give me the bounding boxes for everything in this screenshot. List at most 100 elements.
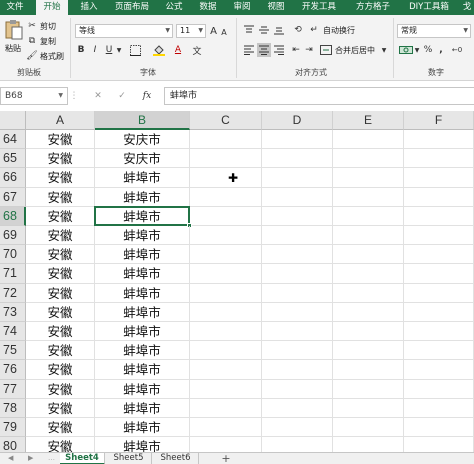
row-header[interactable]: 72 bbox=[0, 283, 26, 303]
row-header[interactable]: 79 bbox=[0, 418, 26, 438]
row-header[interactable]: 78 bbox=[0, 398, 26, 418]
copy-icon[interactable]: ⧉ bbox=[26, 35, 38, 47]
cut-icon[interactable]: ✂ bbox=[26, 20, 38, 32]
sheet-tab[interactable]: Sheet6 bbox=[153, 453, 199, 464]
cell-province[interactable]: 安徽 bbox=[26, 168, 95, 188]
cell-province[interactable]: 安徽 bbox=[26, 418, 95, 438]
font-color-button[interactable]: A bbox=[172, 43, 184, 57]
cell-province[interactable]: 安徽 bbox=[26, 187, 95, 207]
merge-center-button[interactable]: 合并后居中 bbox=[335, 45, 375, 56]
tab-insert[interactable]: 插入 bbox=[74, 0, 104, 15]
row-header[interactable]: 76 bbox=[0, 360, 26, 380]
cell-province[interactable]: 安徽 bbox=[26, 245, 95, 265]
cell-empty[interactable] bbox=[333, 398, 404, 418]
tab-data[interactable]: 数据 bbox=[194, 0, 222, 15]
bold-button[interactable]: B bbox=[75, 43, 87, 57]
cell-empty[interactable] bbox=[404, 264, 474, 284]
cell-empty[interactable] bbox=[404, 360, 474, 380]
row-header[interactable]: 74 bbox=[0, 322, 26, 342]
cell-city[interactable]: 蚌埠市 bbox=[95, 302, 190, 322]
tab-review[interactable]: 审阅 bbox=[228, 0, 256, 15]
cell-empty[interactable] bbox=[333, 341, 404, 361]
cell-city[interactable]: 蚌埠市 bbox=[95, 168, 190, 188]
cell-empty[interactable] bbox=[262, 341, 333, 361]
cell-empty[interactable] bbox=[190, 245, 262, 265]
align-center-icon[interactable] bbox=[257, 43, 271, 57]
font-name-select[interactable]: 等线 ▼ bbox=[75, 24, 173, 38]
cell-empty[interactable] bbox=[190, 187, 262, 207]
cell-empty[interactable] bbox=[190, 130, 262, 150]
cell-empty[interactable] bbox=[404, 418, 474, 438]
column-header-c[interactable]: C bbox=[190, 111, 262, 130]
cell-empty[interactable] bbox=[333, 206, 404, 226]
row-header[interactable]: 70 bbox=[0, 245, 26, 265]
cell-empty[interactable] bbox=[404, 226, 474, 246]
cell-province[interactable]: 安徽 bbox=[26, 130, 95, 150]
cell-empty[interactable] bbox=[262, 168, 333, 188]
cell-empty[interactable] bbox=[262, 187, 333, 207]
cell-city[interactable]: 蚌埠市 bbox=[95, 264, 190, 284]
cell-empty[interactable] bbox=[333, 360, 404, 380]
cell-empty[interactable] bbox=[333, 283, 404, 303]
cell-empty[interactable] bbox=[262, 149, 333, 169]
cell-province[interactable]: 安徽 bbox=[26, 226, 95, 246]
column-header-f[interactable]: F bbox=[404, 111, 474, 130]
cell-empty[interactable] bbox=[262, 437, 333, 452]
cell-province[interactable]: 安徽 bbox=[26, 379, 95, 399]
chevron-down-icon[interactable]: ▼ bbox=[414, 43, 420, 57]
cell-empty[interactable] bbox=[333, 322, 404, 342]
cell-empty[interactable] bbox=[333, 379, 404, 399]
align-right-icon[interactable] bbox=[272, 43, 286, 57]
cell-empty[interactable] bbox=[262, 302, 333, 322]
column-header-d[interactable]: D bbox=[262, 111, 333, 130]
cell-city[interactable]: 蚌埠市 bbox=[95, 283, 190, 303]
cell-empty[interactable] bbox=[333, 187, 404, 207]
format-painter-icon[interactable]: 🖌 bbox=[26, 50, 38, 62]
cell-city[interactable]: 蚌埠市 bbox=[95, 187, 190, 207]
phonetic-button[interactable]: 文 bbox=[190, 43, 204, 57]
cell-city[interactable]: 蚌埠市 bbox=[95, 322, 190, 342]
cell-empty[interactable] bbox=[262, 264, 333, 284]
cell-empty[interactable] bbox=[262, 245, 333, 265]
sheet-tab[interactable]: Sheet5 bbox=[106, 453, 152, 464]
cell-city[interactable]: 安庆市 bbox=[95, 130, 190, 150]
cell-city[interactable]: 蚌埠市 bbox=[95, 418, 190, 438]
increase-decimal-icon[interactable]: ←0 bbox=[448, 43, 466, 57]
fill-color-icon[interactable] bbox=[152, 43, 166, 57]
cell-empty[interactable] bbox=[262, 322, 333, 342]
cell-empty[interactable] bbox=[190, 283, 262, 303]
decrease-indent-icon[interactable]: ⇤ bbox=[289, 43, 303, 57]
row-header[interactable]: 77 bbox=[0, 379, 26, 399]
orientation-icon[interactable]: ⟲ bbox=[290, 23, 306, 37]
insert-function-icon[interactable]: fx bbox=[139, 89, 155, 103]
paste-label[interactable]: 粘贴 bbox=[5, 43, 21, 54]
cell-city[interactable]: 蚌埠市 bbox=[95, 226, 190, 246]
cell-empty[interactable] bbox=[190, 226, 262, 246]
cell-empty[interactable] bbox=[404, 168, 474, 188]
cell-empty[interactable] bbox=[262, 283, 333, 303]
next-sheet-icon[interactable]: ▶ bbox=[28, 453, 33, 464]
font-size-select[interactable]: 11 ▼ bbox=[176, 24, 206, 38]
grow-font-button[interactable]: A bbox=[208, 24, 219, 38]
cell-empty[interactable] bbox=[262, 418, 333, 438]
row-header[interactable]: 75 bbox=[0, 341, 26, 361]
cell-city[interactable]: 蚌埠市 bbox=[95, 206, 190, 226]
cell-empty[interactable] bbox=[190, 341, 262, 361]
cell-empty[interactable] bbox=[190, 379, 262, 399]
tab-page-layout[interactable]: 页面布局 bbox=[108, 0, 156, 15]
cell-empty[interactable] bbox=[333, 149, 404, 169]
currency-icon[interactable] bbox=[398, 43, 414, 57]
cell-empty[interactable] bbox=[262, 130, 333, 150]
cell-city[interactable]: 蚌埠市 bbox=[95, 341, 190, 361]
cell-empty[interactable] bbox=[190, 149, 262, 169]
row-header[interactable]: 69 bbox=[0, 226, 26, 246]
cell-empty[interactable] bbox=[404, 130, 474, 150]
cell-empty[interactable] bbox=[333, 418, 404, 438]
cell-empty[interactable] bbox=[190, 264, 262, 284]
tab-file[interactable]: 文件 bbox=[0, 0, 30, 15]
add-sheet-button[interactable]: + bbox=[218, 453, 234, 464]
cell-city[interactable]: 蚌埠市 bbox=[95, 245, 190, 265]
copy-button[interactable]: 复制 bbox=[40, 36, 56, 47]
row-header[interactable]: 64 bbox=[0, 130, 26, 150]
cell-empty[interactable] bbox=[404, 149, 474, 169]
